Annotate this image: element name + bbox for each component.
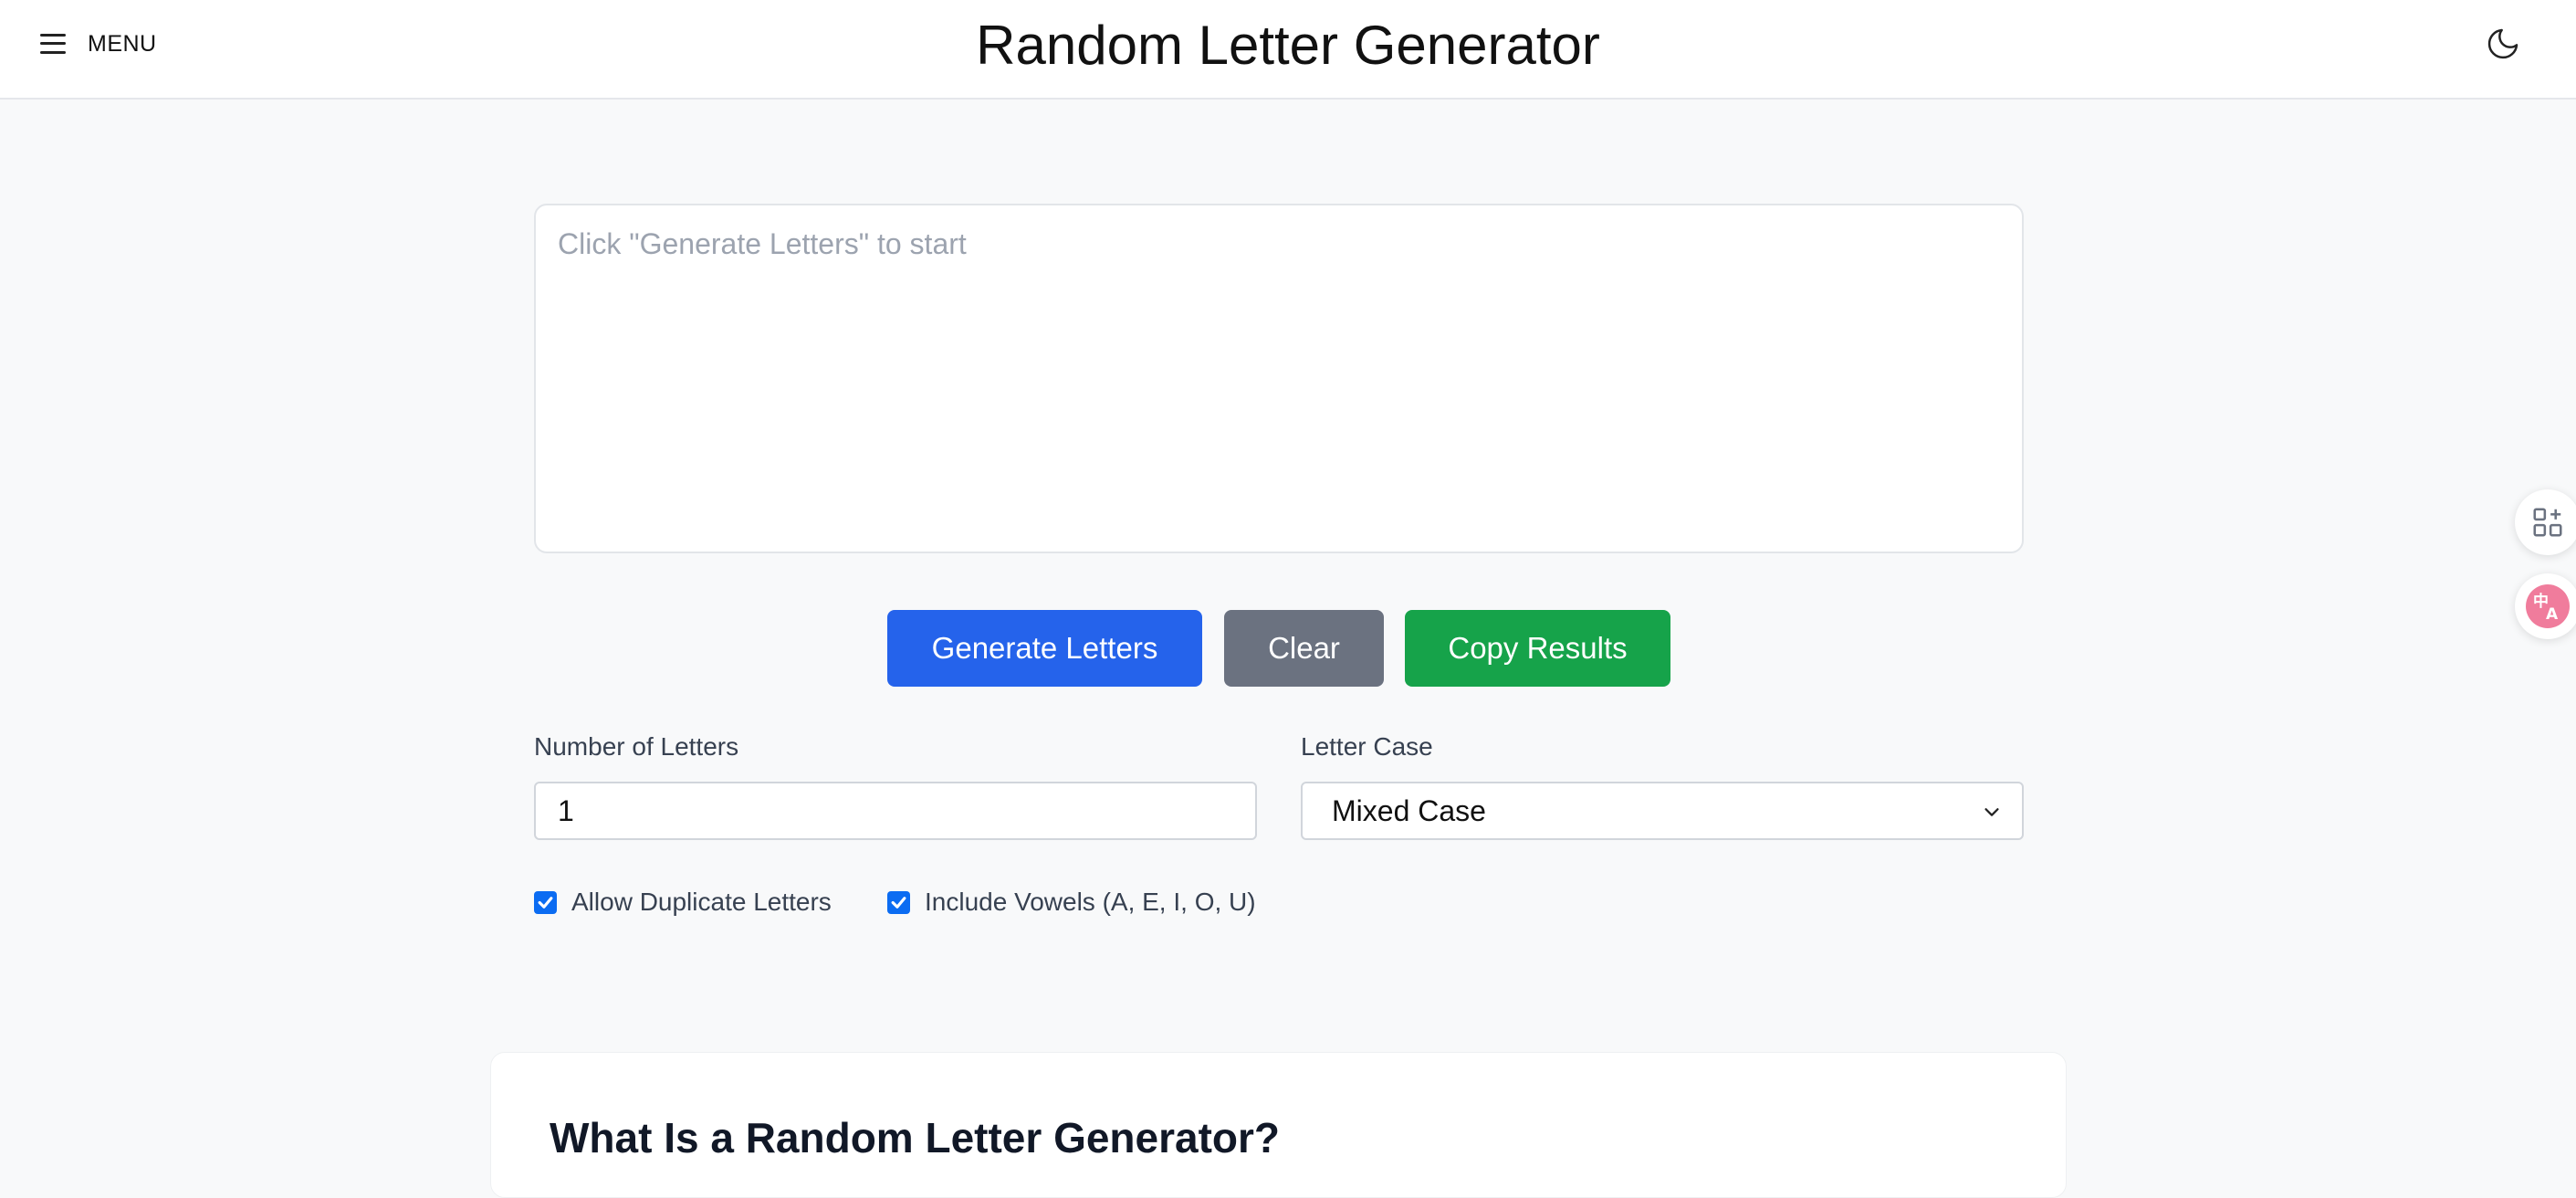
article-title: What Is a Random Letter Generator? <box>550 1114 1281 1161</box>
page-title: Random Letter Generator <box>976 15 1600 76</box>
apps-side-button[interactable] <box>2515 489 2576 555</box>
apps-add-icon <box>2533 508 2562 537</box>
theme-toggle-button[interactable] <box>2485 26 2521 62</box>
letter-case-select[interactable]: Mixed Case <box>1301 782 2024 840</box>
site-header: MENU Random Letter Generator <box>0 0 2576 100</box>
copy-results-button[interactable]: Copy Results <box>1405 610 1670 687</box>
chevron-down-icon <box>1984 808 1999 816</box>
include-vowels-option[interactable]: Include Vowels (A, E, I, O, U) <box>887 886 1256 919</box>
letter-case-selected-value: Mixed Case <box>1332 793 1486 827</box>
number-of-letters-label: Number of Letters <box>534 732 739 761</box>
checkmark-icon <box>538 896 553 909</box>
generate-letters-button[interactable]: Generate Letters <box>887 610 1202 687</box>
moon-icon <box>2487 28 2518 59</box>
checkmark-icon <box>891 896 906 909</box>
article-section: What Is a Random Letter Generator? <box>490 1052 2067 1198</box>
allow-duplicates-option[interactable]: Allow Duplicate Letters <box>534 886 832 919</box>
svg-text:A: A <box>2546 605 2559 624</box>
number-of-letters-input[interactable] <box>534 782 1257 840</box>
include-vowels-checkbox[interactable] <box>887 890 910 914</box>
include-vowels-label: Include Vowels (A, E, I, O, U) <box>925 888 1256 916</box>
translate-icon: 中 A <box>2526 584 2570 628</box>
allow-duplicates-label: Allow Duplicate Letters <box>571 888 832 916</box>
clear-button[interactable]: Clear <box>1224 610 1384 687</box>
allow-duplicates-checkbox[interactable] <box>534 890 557 914</box>
translate-side-button[interactable]: 中 A <box>2515 573 2576 639</box>
letter-case-label: Letter Case <box>1301 732 1433 761</box>
results-output[interactable] <box>534 204 2024 553</box>
